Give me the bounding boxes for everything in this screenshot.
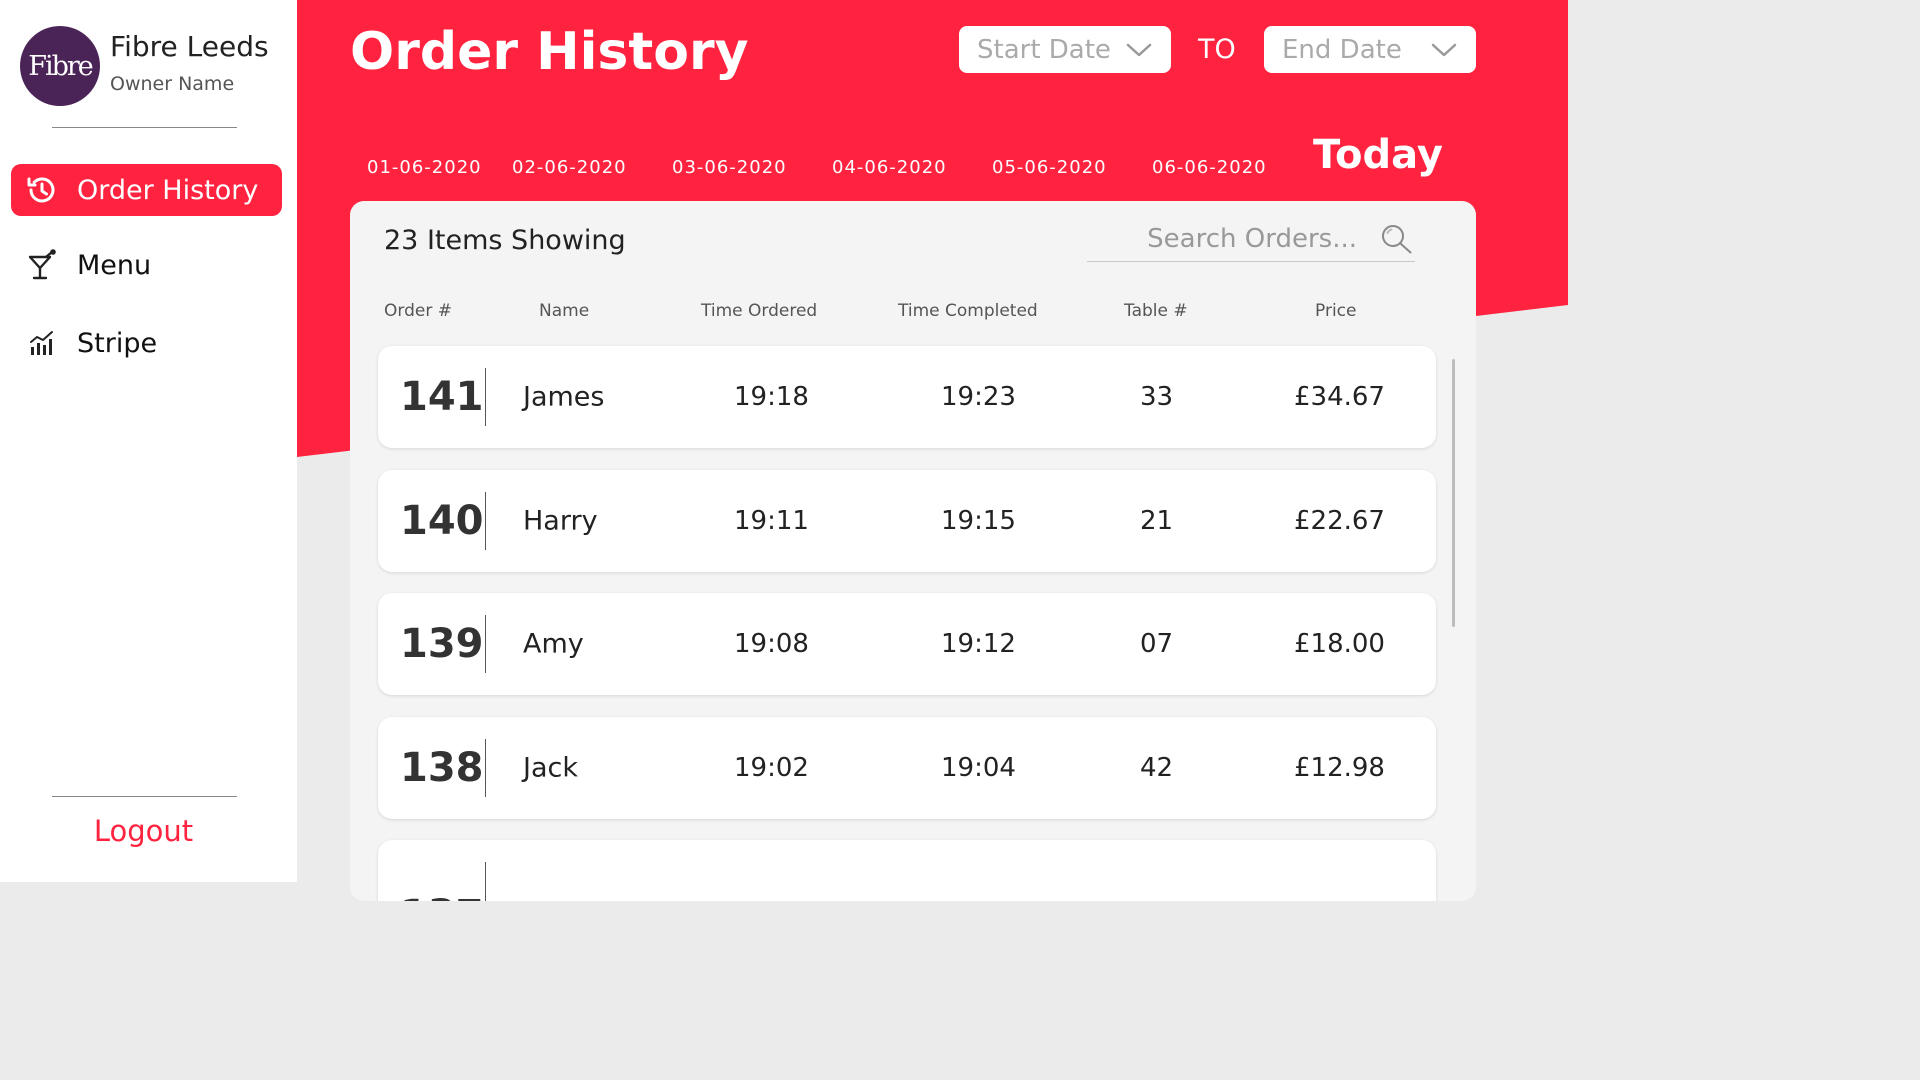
customer-name: Amy <box>523 628 584 660</box>
date-tab-06-06-2020[interactable]: 06-06-2020 <box>1152 157 1267 178</box>
items-count: 23 Items Showing <box>384 225 626 256</box>
search-orders <box>1087 217 1415 262</box>
order-number: 137 <box>400 892 484 901</box>
order-row[interactable]: 137 <box>378 840 1436 901</box>
bar-chart-icon <box>25 326 59 360</box>
order-price: £18.00 <box>1294 629 1385 659</box>
row-divider <box>485 368 486 426</box>
column-header-order: Order # <box>384 301 452 321</box>
nav-item-label: Menu <box>77 249 152 281</box>
date-tab-03-06-2020[interactable]: 03-06-2020 <box>672 157 787 178</box>
row-divider <box>485 615 486 673</box>
date-tab-02-06-2020[interactable]: 02-06-2020 <box>512 157 627 178</box>
order-number: 141 <box>400 374 484 420</box>
chevron-down-icon <box>1125 42 1153 58</box>
orders-panel: 23 Items Showing Order # Name Time Order… <box>350 201 1476 901</box>
orders-scrollbar[interactable] <box>1452 359 1455 627</box>
time-completed: 19:15 <box>941 505 1016 536</box>
row-divider <box>485 862 486 901</box>
time-completed: 19:23 <box>941 382 1016 412</box>
nav-item-label: Stripe <box>77 327 158 359</box>
start-date-placeholder: Start Date <box>977 34 1111 65</box>
row-divider <box>485 738 486 797</box>
column-header-name: Name <box>539 301 590 321</box>
table-number: 33 <box>1140 382 1174 412</box>
date-range-to-label: TO <box>1198 34 1236 65</box>
column-header-price: Price <box>1315 301 1357 321</box>
logout-button[interactable]: Logout <box>0 814 287 848</box>
date-tab-today[interactable]: Today <box>1313 132 1443 178</box>
order-row[interactable]: 138 Jack 19:02 19:04 42 £12.98 <box>378 716 1436 819</box>
table-number: 07 <box>1140 629 1174 659</box>
brand-logo: Fibre <box>20 26 100 106</box>
start-date-select[interactable]: Start Date <box>959 26 1171 73</box>
order-row[interactable]: 140 Harry 19:11 19:15 21 £22.67 <box>378 469 1436 572</box>
sidebar-top-divider <box>52 127 237 128</box>
time-completed: 19:04 <box>941 752 1016 783</box>
order-price: £34.67 <box>1294 382 1385 412</box>
order-number: 139 <box>400 621 484 667</box>
nav-item-stripe[interactable]: Stripe <box>11 317 282 369</box>
customer-name: James <box>523 381 605 413</box>
column-header-time-completed: Time Completed <box>898 301 1038 321</box>
orders-list: 141 James 19:18 19:23 33 £34.67 140 Harr… <box>378 346 1436 901</box>
time-ordered: 19:18 <box>734 382 809 412</box>
time-completed: 19:12 <box>941 629 1016 659</box>
column-header-time-ordered: Time Ordered <box>701 301 818 321</box>
page-title: Order History <box>350 22 749 82</box>
history-icon <box>25 173 59 207</box>
date-tab-01-06-2020[interactable]: 01-06-2020 <box>367 157 482 178</box>
table-number: 21 <box>1140 505 1174 536</box>
end-date-placeholder: End Date <box>1282 34 1402 65</box>
customer-name: Harry <box>523 505 598 536</box>
order-number: 140 <box>400 497 484 544</box>
sidebar-bottom-divider <box>52 796 237 797</box>
chevron-down-icon <box>1430 42 1458 58</box>
search-icon[interactable] <box>1379 222 1415 256</box>
time-ordered: 19:02 <box>734 752 809 783</box>
date-tab-04-06-2020[interactable]: 04-06-2020 <box>832 157 947 178</box>
time-ordered: 19:08 <box>734 629 809 659</box>
order-row[interactable]: 141 James 19:18 19:23 33 £34.67 <box>378 346 1436 448</box>
customer-name: Jack <box>523 752 578 783</box>
column-header-table: Table # <box>1124 301 1188 321</box>
brand-logo-text: Fibre <box>28 50 94 82</box>
order-number: 138 <box>400 744 484 791</box>
search-input[interactable] <box>1087 224 1357 254</box>
date-tab-05-06-2020[interactable]: 05-06-2020 <box>992 157 1107 178</box>
row-divider <box>485 491 486 550</box>
order-price: £12.98 <box>1294 752 1385 783</box>
owner-name: Owner Name <box>110 73 235 95</box>
nav-item-label: Order History <box>77 174 259 206</box>
time-ordered: 19:11 <box>734 505 809 536</box>
organization-name: Fibre Leeds <box>110 30 269 63</box>
order-price: £22.67 <box>1294 505 1385 536</box>
cocktail-icon <box>25 248 59 282</box>
order-row[interactable]: 139 Amy 19:08 19:12 07 £18.00 <box>378 593 1436 695</box>
end-date-select[interactable]: End Date <box>1264 26 1476 73</box>
sidebar: Fibre Fibre Leeds Owner Name Order Histo… <box>0 0 297 882</box>
table-number: 42 <box>1140 752 1174 783</box>
nav-item-order-history[interactable]: Order History <box>11 164 282 216</box>
nav-item-menu[interactable]: Menu <box>11 239 282 291</box>
